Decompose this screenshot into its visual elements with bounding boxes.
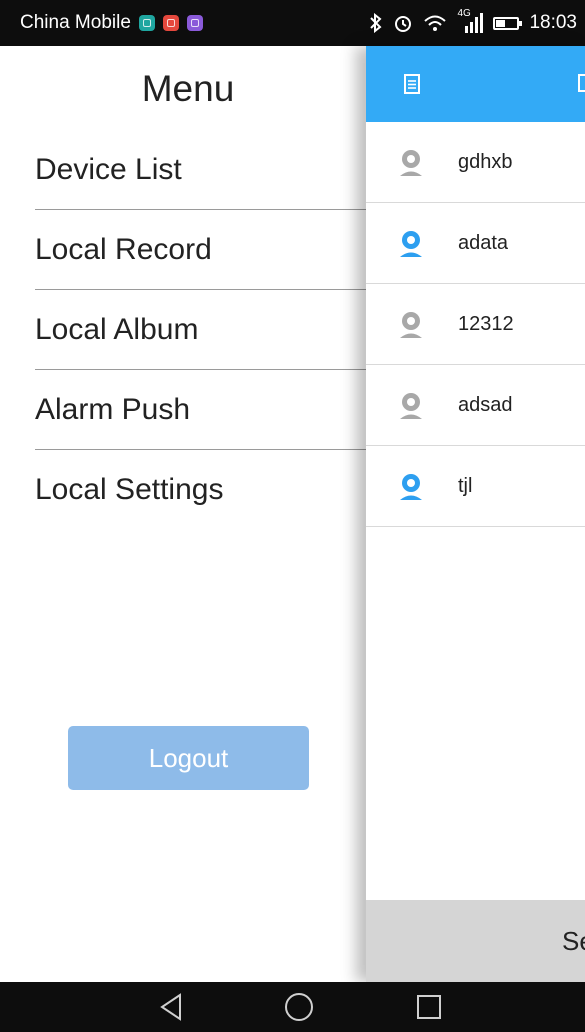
red-mail-icon [162, 15, 179, 31]
page-icon[interactable] [578, 74, 585, 92]
device-name: tjl [458, 474, 473, 497]
status-bar: China Mobile 4G 18:03 [0, 0, 585, 46]
navigation-drawer: Menu Device List Local Record Local Albu… [0, 46, 366, 982]
teal-app-icon [138, 15, 155, 31]
back-icon[interactable] [158, 992, 184, 1022]
battery-icon [493, 16, 523, 30]
wifi-icon [424, 15, 447, 31]
menu-item-alarm-push[interactable]: Alarm Push [35, 370, 366, 450]
device-list: gdhxb adata 12312 adsad tjl [366, 122, 585, 527]
menu-list: Device List Local Record Local Album Ala… [35, 130, 366, 530]
device-name: adsad [458, 393, 513, 416]
camera-online-icon [400, 231, 422, 257]
list-item[interactable]: 12312 [366, 284, 585, 365]
system-navigation-bar [0, 982, 585, 1032]
camera-online-icon [400, 474, 422, 500]
camera-offline-icon [400, 312, 422, 338]
bottom-action-label: Se [562, 925, 585, 956]
content-header [366, 46, 585, 122]
device-list-panel: gdhxb adata 12312 adsad tjl S [366, 46, 585, 982]
home-icon[interactable] [284, 992, 314, 1022]
list-item[interactable]: gdhxb [366, 122, 585, 203]
list-icon[interactable] [404, 74, 420, 94]
camera-offline-icon [400, 150, 422, 176]
signal-icon: 4G [457, 8, 484, 34]
device-name: gdhxb [458, 150, 513, 173]
recents-icon[interactable] [415, 992, 443, 1022]
clock: 18:03 [529, 12, 577, 33]
menu-item-local-record[interactable]: Local Record [35, 210, 366, 290]
camera-offline-icon [400, 393, 422, 419]
bluetooth-icon [370, 13, 382, 33]
logout-button[interactable]: Logout [68, 726, 309, 790]
list-item[interactable]: adsad [366, 365, 585, 446]
carrier-name: China Mobile [20, 12, 131, 33]
device-name: 12312 [458, 312, 514, 335]
status-bar-right: 4G 18:03 [369, 8, 577, 34]
menu-item-local-settings[interactable]: Local Settings [35, 450, 366, 530]
menu-title: Menu [141, 68, 235, 109]
menu-item-device-list[interactable]: Device List [35, 130, 366, 210]
list-item[interactable]: tjl [366, 446, 585, 527]
status-bar-left: China Mobile [20, 12, 203, 34]
purple-gallery-icon [186, 15, 203, 31]
alarm-icon [395, 16, 412, 32]
device-name: adata [458, 231, 509, 254]
list-item[interactable]: adata [366, 203, 585, 284]
menu-item-local-album[interactable]: Local Album [35, 290, 366, 370]
bottom-action-bar[interactable]: Se [366, 900, 585, 982]
